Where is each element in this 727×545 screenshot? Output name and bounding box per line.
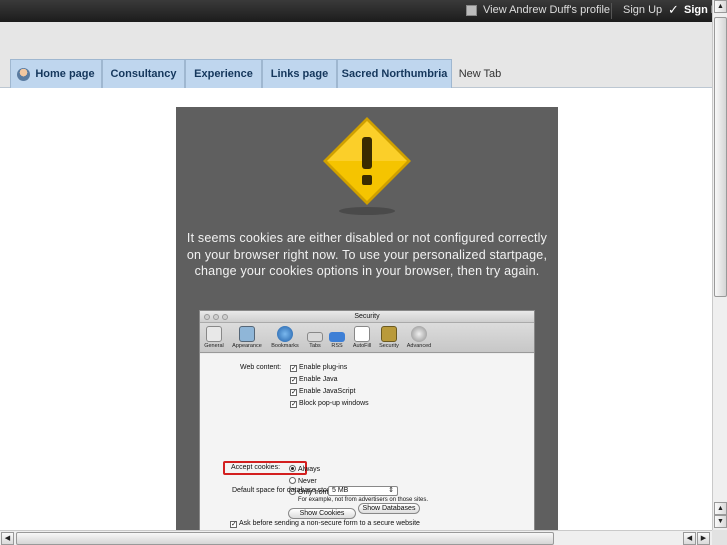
plugins-option: ✓ Enable plug-ins bbox=[290, 364, 348, 372]
accept-cookies-label: Accept cookies: bbox=[231, 464, 281, 471]
divider bbox=[611, 3, 612, 19]
chevron-updown-icon: ⇕ bbox=[388, 487, 394, 494]
cookie-always-option: Always bbox=[289, 464, 320, 473]
show-databases-button: Show Databases bbox=[358, 503, 420, 514]
lock-icon bbox=[381, 326, 397, 342]
checkbox-icon: ✓ bbox=[290, 389, 297, 396]
java-option: ✓ Enable Java bbox=[290, 376, 338, 384]
tab-consultancy[interactable]: Consultancy bbox=[102, 59, 185, 88]
cookie-never-option: Never bbox=[289, 476, 317, 485]
tab-label: Consultancy bbox=[110, 68, 177, 80]
tabs-icon bbox=[307, 332, 323, 342]
scroll-right-icon[interactable]: ▶ bbox=[697, 532, 710, 545]
security-tool: Security bbox=[376, 326, 402, 349]
rss-tool: RSS bbox=[328, 326, 346, 349]
tab-label: Experience bbox=[194, 68, 253, 80]
tab-new-tab[interactable]: New Tab bbox=[452, 59, 508, 88]
signup-link[interactable]: Sign Up bbox=[623, 4, 662, 16]
tab-experience[interactable]: Experience bbox=[185, 59, 262, 88]
switch-icon bbox=[206, 326, 222, 342]
window-title: Security bbox=[354, 313, 380, 320]
tab-links-page[interactable]: Links page bbox=[262, 59, 337, 88]
tab-label: Links page bbox=[270, 68, 329, 80]
rss-icon bbox=[329, 332, 345, 342]
globe-icon bbox=[277, 326, 293, 342]
advanced-tool: Advanced bbox=[404, 326, 434, 349]
radio-icon bbox=[289, 477, 296, 484]
appearance-tool: Appearance bbox=[230, 326, 264, 349]
tab-strip: Home page Consultancy Experience Links p… bbox=[0, 22, 712, 88]
horizontal-scrollbar[interactable]: ◀ ◀ ▶ bbox=[0, 530, 712, 545]
scroll-left-icon[interactable]: ◀ bbox=[683, 532, 696, 545]
signin-link[interactable]: Sign In bbox=[684, 4, 712, 16]
tab-label: Sacred Northumbria bbox=[341, 68, 448, 80]
scroll-up-icon[interactable]: ▲ bbox=[714, 502, 727, 515]
horizontal-scroll-thumb[interactable] bbox=[16, 532, 554, 545]
profile-link[interactable]: View Andrew Duff's profile bbox=[466, 4, 610, 16]
checkbox-icon: ✓ bbox=[290, 365, 297, 372]
appearance-icon bbox=[239, 326, 255, 342]
tab-sacred-northumbria[interactable]: Sacred Northumbria bbox=[337, 59, 452, 88]
web-content-label: Web content: bbox=[240, 364, 282, 371]
window-titlebar: Security bbox=[200, 311, 534, 323]
show-cookies-button: Show Cookies bbox=[288, 508, 356, 519]
profile-icon bbox=[466, 4, 477, 16]
bookmarks-tool: Bookmarks bbox=[268, 326, 302, 349]
tab-label: Home page bbox=[35, 68, 95, 80]
vertical-scroll-thumb[interactable] bbox=[714, 17, 727, 297]
ask-secure-option: ✓ Ask before sending a non-secure form to… bbox=[230, 520, 420, 528]
vertical-scrollbar[interactable]: ▲ ▲ ▼ bbox=[712, 0, 727, 530]
warning-icon bbox=[323, 117, 411, 215]
tabs-tool: Tabs bbox=[306, 326, 324, 349]
javascript-option: ✓ Enable JavaScript bbox=[290, 388, 356, 396]
cookie-warning-panel: It seems cookies are either disabled or … bbox=[176, 107, 558, 531]
top-bar: View Andrew Duff's profile Sign Up ✓ Sig… bbox=[0, 0, 712, 22]
checkbox-icon: ✓ bbox=[290, 377, 297, 384]
db-storage-label: Default space for database storage: bbox=[232, 487, 343, 494]
general-tool: General bbox=[202, 326, 226, 349]
gear-icon bbox=[411, 326, 427, 342]
browser-page: View Andrew Duff's profile Sign Up ✓ Sig… bbox=[0, 0, 727, 545]
profile-label: View Andrew Duff's profile bbox=[483, 4, 611, 16]
user-icon bbox=[17, 67, 31, 81]
radio-icon bbox=[289, 465, 296, 472]
prefs-toolbar: General Appearance Bookmarks Tabs RSS Au… bbox=[200, 323, 534, 353]
scroll-up-icon[interactable]: ▲ bbox=[714, 0, 727, 13]
cookie-message: It seems cookies are either disabled or … bbox=[186, 231, 548, 278]
popup-option: ✓ Block pop-up windows bbox=[290, 400, 369, 408]
pencil-icon bbox=[354, 326, 370, 342]
checkbox-icon: ✓ bbox=[230, 521, 237, 528]
tab-home-page[interactable]: Home page bbox=[10, 59, 102, 88]
checkmark-icon: ✓ bbox=[668, 2, 679, 17]
scrollbar-corner bbox=[712, 530, 727, 545]
scroll-down-icon[interactable]: ▼ bbox=[714, 515, 727, 528]
scroll-left-icon[interactable]: ◀ bbox=[1, 532, 14, 545]
db-storage-select: 5 MB ⇕ bbox=[328, 486, 398, 496]
tab-label: New Tab bbox=[458, 67, 502, 80]
autofill-tool: AutoFill bbox=[350, 326, 374, 349]
security-preferences-screenshot: Security General Appearance Bookmarks Ta… bbox=[199, 310, 535, 531]
checkbox-icon: ✓ bbox=[290, 401, 297, 408]
window-controls bbox=[204, 314, 228, 320]
